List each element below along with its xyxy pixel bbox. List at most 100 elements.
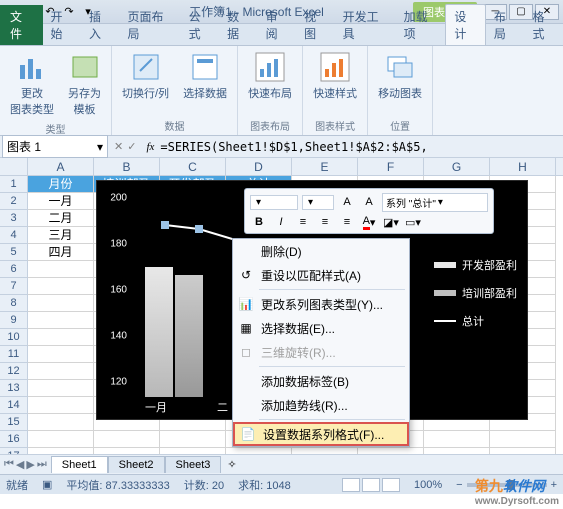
legend-item[interactable]: 开发部盈利 — [434, 251, 517, 279]
ctx-add-trendline[interactable]: 添加趋势线(R)... — [233, 393, 409, 417]
cell[interactable] — [94, 448, 160, 454]
row-header[interactable]: 7 — [0, 278, 28, 295]
cell[interactable] — [358, 448, 424, 454]
cell[interactable] — [28, 380, 94, 397]
row-header[interactable]: 9 — [0, 312, 28, 329]
cell[interactable] — [28, 414, 94, 431]
cell[interactable]: 一月 — [28, 193, 94, 210]
tab-design[interactable]: 设计 — [445, 4, 486, 45]
row-header[interactable]: 6 — [0, 261, 28, 278]
chevron-down-icon[interactable]: ▾ — [97, 140, 103, 154]
row-header[interactable]: 13 — [0, 380, 28, 397]
series-selector[interactable]: 系列 "总计"▾ — [382, 193, 488, 212]
row-header[interactable]: 5 — [0, 244, 28, 261]
tab-addins[interactable]: 加载项 — [396, 5, 446, 45]
cell[interactable] — [28, 397, 94, 414]
legend-item[interactable]: 总计 — [434, 307, 517, 335]
font-family-dropdown[interactable]: ▾ — [250, 195, 298, 210]
pagebreak-view-icon[interactable] — [382, 478, 400, 492]
cell[interactable] — [292, 448, 358, 454]
move-chart-button[interactable]: 移动图表 — [374, 49, 426, 103]
sheet-tab-2[interactable]: Sheet2 — [108, 456, 165, 473]
formula-input[interactable]: =SERIES(Sheet1!$D$1,Sheet1!$A$2:$A$5, — [158, 138, 563, 156]
row-header[interactable]: 8 — [0, 295, 28, 312]
tab-data[interactable]: 数据 — [219, 5, 258, 45]
ctx-select-data[interactable]: ▦选择数据(E)... — [233, 316, 409, 340]
italic-icon[interactable]: I — [272, 213, 290, 231]
zoom-out-icon[interactable]: − — [456, 479, 462, 491]
row-header[interactable]: 3 — [0, 210, 28, 227]
cell[interactable]: 三月 — [28, 227, 94, 244]
cell[interactable] — [28, 448, 94, 454]
cell[interactable]: 月份 — [28, 176, 94, 193]
col-header[interactable]: B — [94, 158, 160, 175]
row-header[interactable]: 2 — [0, 193, 28, 210]
macro-record-icon[interactable]: ▣ — [42, 478, 52, 491]
select-data-button[interactable]: 选择数据 — [179, 49, 231, 103]
increase-font-icon[interactable]: A — [338, 193, 356, 211]
ctx-add-labels[interactable]: 添加数据标签(B) — [233, 369, 409, 393]
align-right-icon[interactable]: ≡ — [338, 213, 356, 231]
tab-developer[interactable]: 开发工具 — [335, 5, 396, 45]
decrease-font-icon[interactable]: A — [360, 193, 378, 211]
tab-pagelayout[interactable]: 页面布局 — [120, 5, 181, 45]
tab-view[interactable]: 视图 — [296, 5, 335, 45]
tab-formulas[interactable]: 公式 — [181, 5, 220, 45]
cell[interactable] — [490, 431, 556, 448]
cell[interactable] — [28, 431, 94, 448]
ctx-reset-style[interactable]: ↺重设以匹配样式(A) — [233, 263, 409, 287]
cell[interactable] — [226, 448, 292, 454]
select-all-corner[interactable] — [0, 158, 28, 175]
chart-legend[interactable]: 开发部盈利 培训部盈利 总计 — [434, 251, 517, 335]
tab-home[interactable]: 开始 — [43, 5, 82, 45]
col-header[interactable]: E — [292, 158, 358, 175]
cell[interactable] — [28, 261, 94, 278]
tab-review[interactable]: 审阅 — [258, 5, 297, 45]
cell[interactable] — [424, 431, 490, 448]
zoom-level[interactable]: 100% — [414, 479, 442, 491]
col-header[interactable]: H — [490, 158, 556, 175]
change-chart-type-button[interactable]: 更改 图表类型 — [6, 49, 58, 119]
cell[interactable] — [28, 363, 94, 380]
col-header[interactable]: G — [424, 158, 490, 175]
tab-format[interactable]: 格式 — [524, 5, 563, 45]
cell[interactable] — [424, 448, 490, 454]
cell[interactable]: 二月 — [28, 210, 94, 227]
fill-color-icon[interactable]: ◪▾ — [382, 213, 400, 231]
align-left-icon[interactable]: ≡ — [294, 213, 312, 231]
cell[interactable]: 四月 — [28, 244, 94, 261]
prev-sheet-icon[interactable]: ◀ — [16, 458, 24, 471]
row-header[interactable]: 14 — [0, 397, 28, 414]
tab-insert[interactable]: 插入 — [81, 5, 120, 45]
row-header[interactable]: 12 — [0, 363, 28, 380]
cell[interactable] — [28, 278, 94, 295]
sheet-tab-3[interactable]: Sheet3 — [165, 456, 222, 473]
col-header[interactable]: D — [226, 158, 292, 175]
accept-formula-icon[interactable]: ✓ — [127, 140, 136, 153]
new-sheet-icon[interactable]: ✧ — [221, 458, 242, 471]
font-size-dropdown[interactable]: ▾ — [302, 195, 334, 210]
outline-icon[interactable]: ▭▾ — [404, 213, 422, 231]
row-header[interactable]: 11 — [0, 346, 28, 363]
quick-style-button[interactable]: 快速样式 — [309, 49, 361, 103]
cancel-formula-icon[interactable]: ✕ — [114, 140, 123, 153]
cell[interactable] — [160, 431, 226, 448]
row-header[interactable]: 4 — [0, 227, 28, 244]
row-header[interactable]: 1 — [0, 176, 28, 193]
next-sheet-icon[interactable]: ▶ — [26, 458, 34, 471]
row-header[interactable]: 15 — [0, 414, 28, 431]
col-header[interactable]: A — [28, 158, 94, 175]
align-center-icon[interactable]: ≡ — [316, 213, 334, 231]
fx-icon[interactable]: fx — [142, 141, 158, 153]
bold-icon[interactable]: B — [250, 213, 268, 231]
cell[interactable] — [490, 448, 556, 454]
col-header[interactable]: C — [160, 158, 226, 175]
ctx-format-series[interactable]: 📄设置数据系列格式(F)... — [233, 422, 409, 446]
cell[interactable] — [28, 346, 94, 363]
row-header[interactable]: 17 — [0, 448, 28, 454]
cell[interactable] — [28, 329, 94, 346]
row-header[interactable]: 16 — [0, 431, 28, 448]
switch-rowcol-button[interactable]: 切换行/列 — [118, 49, 173, 103]
col-header[interactable]: F — [358, 158, 424, 175]
cell[interactable] — [28, 295, 94, 312]
